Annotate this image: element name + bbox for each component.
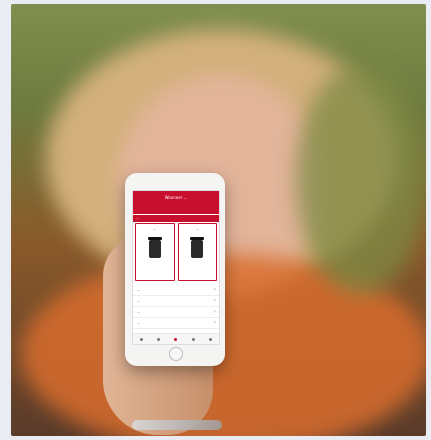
tab-icon[interactable] bbox=[208, 337, 212, 341]
phone-screen: Wanneer ... ... ... ... ... ... ... bbox=[132, 190, 220, 345]
pickup-cards: ... ... bbox=[133, 223, 219, 281]
photo-frame: Wanneer ... ... ... ... ... ... ... bbox=[0, 0, 431, 440]
tab-icon-active[interactable] bbox=[174, 337, 178, 341]
menu-item[interactable]: ... bbox=[133, 318, 219, 329]
tab-icon[interactable] bbox=[191, 337, 195, 341]
trash-bin-icon bbox=[147, 237, 162, 258]
blurred-background-foliage bbox=[296, 64, 426, 294]
section-title: ... bbox=[133, 215, 219, 222]
menu-item[interactable]: ... bbox=[133, 285, 219, 296]
pickup-card[interactable]: ... bbox=[135, 223, 175, 281]
smartphone: Wanneer ... ... ... ... ... ... ... bbox=[125, 173, 225, 366]
pickup-card-title: ... bbox=[195, 227, 199, 231]
app-header: Wanneer ... bbox=[133, 191, 219, 214]
pickup-card-title: ... bbox=[153, 227, 157, 231]
bracelet bbox=[132, 420, 222, 430]
menu-item[interactable]: ... bbox=[133, 296, 219, 307]
app-header-title: Wanneer ... bbox=[164, 195, 188, 200]
tab-icon[interactable] bbox=[140, 337, 144, 341]
menu-list: ... ... ... ... bbox=[133, 285, 219, 329]
menu-item[interactable]: ... bbox=[133, 307, 219, 318]
trash-bin-icon bbox=[190, 237, 205, 258]
home-button-icon bbox=[169, 347, 183, 361]
pickup-card[interactable]: ... bbox=[177, 223, 217, 281]
bottom-tab-bar bbox=[133, 333, 219, 344]
tab-icon[interactable] bbox=[157, 337, 161, 341]
